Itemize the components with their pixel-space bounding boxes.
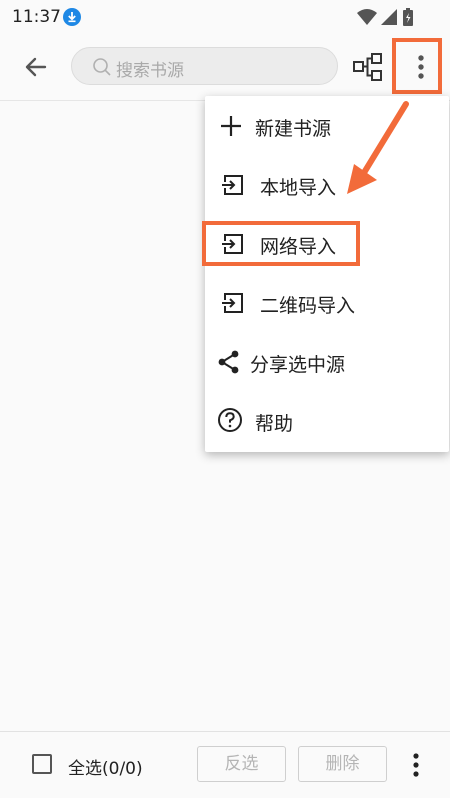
- network-import-highlight: [202, 221, 360, 266]
- search-input[interactable]: 搜索书源: [71, 47, 338, 85]
- signal-icon: [381, 9, 397, 25]
- menu-item-label: 帮助: [255, 413, 294, 435]
- search-icon: [93, 58, 111, 76]
- more-button-highlight: [392, 38, 442, 94]
- menu-item-share-selected[interactable]: 分享选中源: [205, 332, 449, 391]
- status-time: 11:37: [12, 7, 61, 27]
- share-icon: [218, 350, 239, 374]
- search-placeholder: 搜索书源: [116, 61, 184, 81]
- menu-item-label: 新建书源: [255, 118, 332, 140]
- bottom-action-bar: 全选(0/0) 反选 删除: [0, 731, 450, 798]
- menu-item-qrcode-import[interactable]: 二维码导入: [205, 273, 449, 332]
- import-icon: [222, 175, 243, 195]
- top-toolbar: 搜索书源: [0, 34, 450, 101]
- delete-button[interactable]: 删除: [298, 746, 387, 782]
- menu-item-label: 本地导入: [260, 177, 337, 199]
- download-notification-icon: [63, 8, 81, 26]
- select-all-label[interactable]: 全选(0/0): [68, 754, 143, 779]
- more-vert-icon[interactable]: [402, 748, 430, 782]
- annotation-arrow-icon: [347, 101, 409, 194]
- menu-item-label: 二维码导入: [260, 295, 356, 317]
- back-arrow-icon[interactable]: [18, 49, 54, 85]
- menu-item-help[interactable]: 帮助: [205, 391, 449, 450]
- help-icon: [218, 408, 242, 432]
- status-bar: 11:37: [0, 0, 450, 34]
- invert-selection-button[interactable]: 反选: [197, 746, 286, 782]
- group-tree-icon[interactable]: [352, 50, 384, 84]
- menu-item-label: 分享选中源: [250, 354, 346, 376]
- battery-icon: [403, 8, 413, 26]
- import-icon: [222, 293, 243, 313]
- plus-icon: [221, 116, 241, 136]
- select-all-checkbox[interactable]: [32, 754, 52, 774]
- wifi-icon: [357, 9, 377, 25]
